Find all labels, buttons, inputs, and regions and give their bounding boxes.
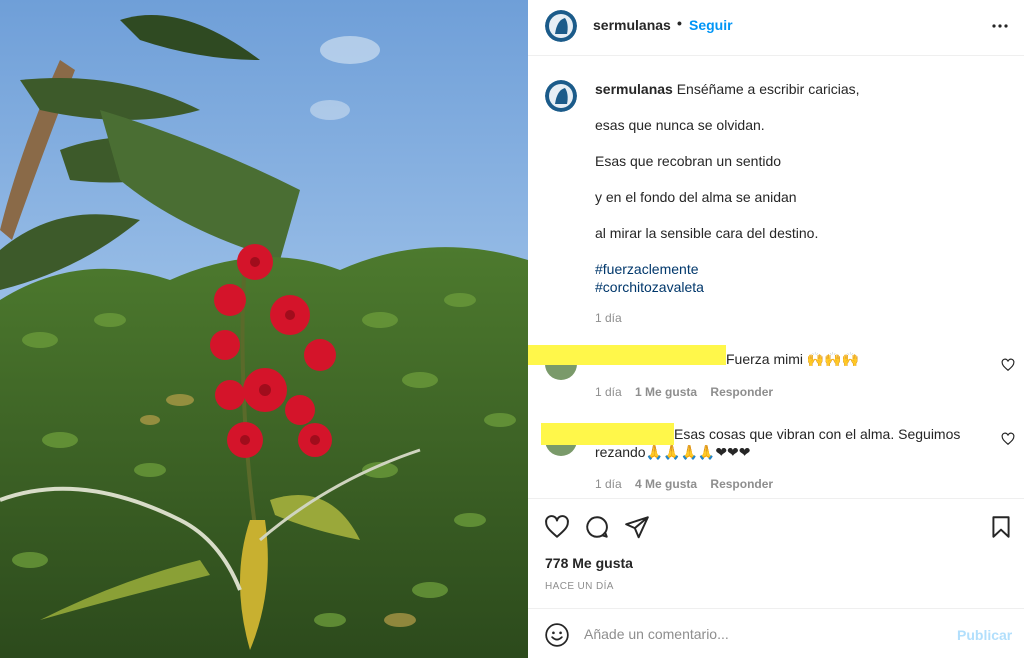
- hashtag-link[interactable]: #fuerzaclemente: [595, 261, 699, 277]
- post-header: sermulanas • Seguir: [528, 0, 1024, 56]
- reply-button[interactable]: Responder: [710, 385, 773, 399]
- caption-first-line: sermulanas Enséñame a escribir caricias,: [595, 81, 860, 97]
- orchid-photo: [0, 0, 528, 658]
- reply-button[interactable]: Responder: [710, 477, 773, 491]
- post-photo[interactable]: [0, 0, 528, 658]
- caption-text-line: al mirar la sensible cara del destino.: [595, 225, 819, 241]
- redaction-mark: [528, 345, 726, 365]
- post-details-panel: sermulanas • Seguir sermulanas Enséñame …: [528, 0, 1024, 658]
- author-username[interactable]: sermulanas: [593, 17, 671, 33]
- likes-count[interactable]: 778 Me gusta: [545, 555, 633, 571]
- comment-timestamp: 1 día: [595, 477, 622, 491]
- comment-text: Fuerza mimi 🙌🙌🙌: [726, 351, 860, 367]
- comment-meta: 1 día 1 Me gusta Responder: [595, 385, 773, 399]
- comment-text: Esas cosas que vibran con el alma. Segui…: [674, 426, 961, 442]
- like-comment-heart-icon[interactable]: [1001, 358, 1015, 372]
- emoji-smiley-icon[interactable]: [544, 622, 570, 648]
- post-actions: 778 Me gusta HACE UN DÍA: [528, 498, 1024, 608]
- more-options-icon[interactable]: [988, 14, 1012, 38]
- redaction-mark: [541, 423, 674, 445]
- like-heart-icon[interactable]: [544, 514, 570, 540]
- author-avatar[interactable]: [545, 10, 577, 42]
- caption-author-avatar[interactable]: [545, 80, 577, 112]
- comment-likes-link[interactable]: 1 Me gusta: [635, 385, 697, 399]
- comment-input[interactable]: [584, 623, 944, 645]
- comment-likes-link[interactable]: 4 Me gusta: [635, 477, 697, 491]
- caption-text-line: Esas que recobran un sentido: [595, 153, 782, 169]
- separator-dot: •: [677, 15, 682, 31]
- post-time-ago: HACE UN DÍA: [545, 581, 614, 592]
- caption-text-line: y en el fondo del alma se anidan: [595, 189, 797, 205]
- hashtag-link[interactable]: #corchitozavaleta: [595, 279, 704, 295]
- add-comment-bar: Publicar: [528, 608, 1024, 658]
- follow-button[interactable]: Seguir: [689, 17, 733, 33]
- caption-username[interactable]: sermulanas: [595, 81, 673, 97]
- caption-timestamp: 1 día: [595, 311, 622, 325]
- comment-meta: 1 día 4 Me gusta Responder: [595, 477, 773, 491]
- publish-button[interactable]: Publicar: [957, 627, 1012, 643]
- like-comment-heart-icon[interactable]: [1001, 432, 1015, 446]
- comment-bubble-icon[interactable]: [584, 514, 610, 540]
- save-bookmark-icon[interactable]: [988, 514, 1014, 540]
- comment-text-continued: rezando🙏🙏🙏🙏❤❤❤: [595, 444, 751, 460]
- comment-timestamp: 1 día: [595, 385, 622, 399]
- caption-text-line: esas que nunca se olvidan.: [595, 117, 765, 133]
- caption-text-line: Enséñame a escribir caricias,: [676, 81, 860, 97]
- share-paper-plane-icon[interactable]: [624, 514, 650, 540]
